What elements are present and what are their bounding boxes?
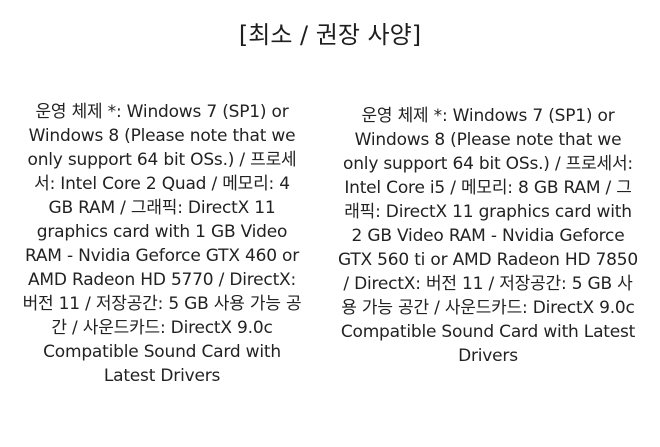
spec-columns: 운영 체제 *: Windows 7 (SP1) or Windows 8 (P… — [0, 100, 660, 440]
minimum-specs-text: 운영 체제 *: Windows 7 (SP1) or Windows 8 (P… — [22, 102, 302, 386]
spec-heading: [최소 / 권장 사양] — [238, 21, 422, 49]
recommended-specs-text: 운영 체제 *: Windows 7 (SP1) or Windows 8 (P… — [337, 106, 639, 366]
